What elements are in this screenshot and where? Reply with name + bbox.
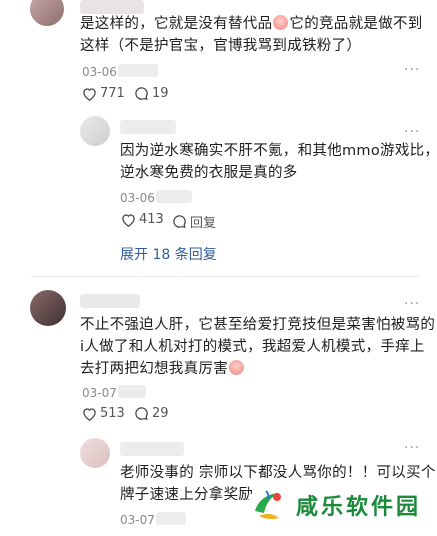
- comment-text: 逆水寒免费的衣服是真的多: [120, 165, 298, 181]
- comment-text: 不止不强迫人肝，它甚至给爱打竞技但是菜害怕被骂的: [80, 317, 436, 333]
- like-button[interactable]: 413: [121, 212, 164, 227]
- reply-count: 29: [152, 406, 169, 421]
- comment-icon: [173, 215, 186, 228]
- avatar[interactable]: [80, 438, 110, 468]
- reply-button[interactable]: 回复: [172, 212, 216, 231]
- comment-date: 03-07: [120, 513, 155, 527]
- comment-date: 03-07: [82, 386, 117, 400]
- username[interactable]: [80, 0, 144, 14]
- heart-icon: [83, 407, 96, 421]
- reply-count: 19: [152, 86, 169, 101]
- comment-text: 这样（不是护官宝，官博我骂到成铁粉了）: [80, 38, 362, 54]
- comment-text: 是这样的，它就是没有替代品 它的竞品就是做不到: [80, 15, 423, 32]
- like-count: 771: [100, 86, 125, 101]
- location: [156, 512, 186, 525]
- reply-button[interactable]: 19: [134, 86, 169, 101]
- emoji-icon: [273, 15, 289, 30]
- comment-text: 去打两把幻想我真厉害: [80, 358, 245, 380]
- username[interactable]: [120, 442, 184, 456]
- like-count: 413: [139, 212, 164, 227]
- watermark: 咸乐软件园: [246, 480, 436, 530]
- location: [118, 385, 146, 398]
- comment-icon: [135, 87, 148, 100]
- reply-button[interactable]: 29: [134, 406, 169, 421]
- more-icon[interactable]: ···: [404, 124, 420, 140]
- location: [156, 190, 192, 203]
- more-icon[interactable]: ···: [404, 62, 420, 78]
- username[interactable]: [120, 120, 176, 134]
- more-icon[interactable]: ···: [404, 440, 420, 456]
- reply-label: 回复: [190, 216, 217, 231]
- comment-icon: [135, 407, 148, 420]
- more-icon[interactable]: ···: [404, 296, 420, 312]
- avatar[interactable]: [30, 0, 64, 26]
- watermark-logo-icon: [248, 485, 288, 525]
- username[interactable]: [80, 294, 140, 308]
- like-count: 513: [100, 406, 125, 421]
- location: [118, 64, 158, 77]
- comment-date: 03-06: [120, 191, 155, 205]
- like-button[interactable]: 771: [82, 86, 125, 101]
- comment-text: 牌子速速上分拿奖励: [120, 487, 254, 503]
- like-button[interactable]: 513: [82, 406, 125, 421]
- avatar[interactable]: [80, 116, 110, 146]
- avatar[interactable]: [30, 290, 66, 326]
- heart-icon: [83, 87, 96, 101]
- comment-date: 03-06: [82, 65, 117, 79]
- comment-text: i人做了和人机对打的模式，我超爱人机模式，手痒上: [80, 339, 425, 355]
- heart-icon: [122, 213, 135, 227]
- watermark-text: 咸乐软件园: [296, 494, 422, 520]
- divider: [30, 276, 420, 277]
- expand-replies-link[interactable]: 展开 18 条回复: [120, 244, 217, 264]
- emoji-icon: [229, 360, 244, 375]
- comment-text: 因为逆水寒确实不肝不氪，和其他mmo游戏比，: [120, 143, 437, 159]
